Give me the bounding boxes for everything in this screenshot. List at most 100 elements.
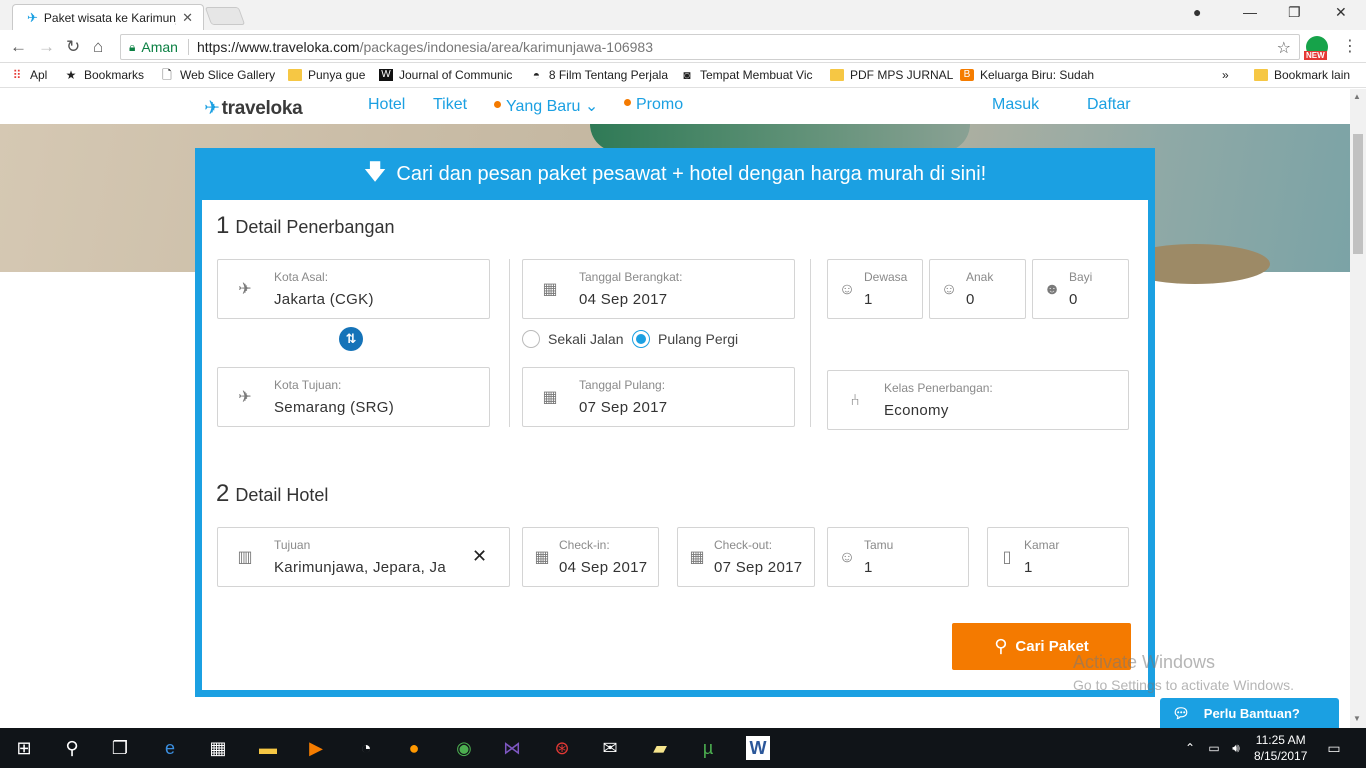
bookmark-bookmarks[interactable]: ★ Bookmarks bbox=[64, 68, 144, 82]
minimize-button[interactable]: — bbox=[1243, 4, 1257, 20]
bookmark-label: 8 Film Tentang Perjala bbox=[548, 68, 668, 82]
volume-icon[interactable]: 🔊︎ bbox=[1224, 736, 1248, 760]
bookmark-journal[interactable]: W Journal of Communic bbox=[379, 68, 519, 82]
room-count-field[interactable]: ▯ Kamar 1 bbox=[987, 527, 1129, 587]
calendar-icon: ▦ bbox=[534, 549, 550, 566]
checkin-date-field[interactable]: ▦ Check-in: 04 Sep 2017 bbox=[522, 527, 659, 587]
child-person-icon: ☺ bbox=[940, 281, 958, 298]
back-button[interactable]: ← bbox=[10, 37, 27, 57]
nav-promo[interactable]: Promo bbox=[624, 96, 683, 114]
door-icon: ▯ bbox=[1002, 549, 1012, 566]
nav-hotel[interactable]: Hotel bbox=[368, 96, 405, 114]
cabin-class-field[interactable]: ⑃ Kelas Penerbangan: Economy bbox=[827, 370, 1129, 430]
mail-icon[interactable]: ✉ bbox=[598, 736, 622, 760]
chrome-icon[interactable]: ◉ bbox=[452, 736, 476, 760]
taskbar-clock[interactable]: 11:25 AM 8/15/2017 bbox=[1254, 732, 1307, 764]
secure-label: Aman bbox=[141, 39, 178, 55]
profile-icon[interactable]: ● bbox=[1193, 4, 1201, 20]
folder-icon bbox=[830, 69, 844, 81]
word-icon[interactable]: W bbox=[746, 736, 770, 760]
plane-landing-icon: ✈ bbox=[238, 389, 252, 406]
utorrent-icon[interactable]: µ bbox=[696, 736, 720, 760]
bookmark-tempat[interactable]: ◙ Tempat Membuat Vic bbox=[680, 68, 818, 82]
omnibox[interactable]: 🔒︎ Aman https://www.traveloka.com/packag… bbox=[120, 34, 1300, 60]
guest-count-field[interactable]: ☺ Tamu 1 bbox=[827, 527, 969, 587]
star-icon: ★ bbox=[65, 68, 77, 82]
clear-destination-icon[interactable]: ✕ bbox=[472, 546, 487, 567]
nav-daftar[interactable]: Daftar bbox=[1087, 96, 1131, 114]
field-value: 07 Sep 2017 bbox=[579, 399, 668, 416]
store-icon[interactable]: ▦ bbox=[206, 736, 230, 760]
other-bookmarks[interactable]: Bookmark lain bbox=[1254, 68, 1350, 82]
nav-tiket[interactable]: Tiket bbox=[433, 96, 467, 114]
battery-icon[interactable]: ▭ bbox=[1202, 736, 1226, 760]
firefox-icon[interactable]: ● bbox=[402, 736, 426, 760]
bookmark-star-icon[interactable]: ☆ bbox=[1277, 38, 1291, 58]
page-scrollbar[interactable]: ▲ ▼ bbox=[1350, 89, 1366, 728]
bookmark-label: PDF MPS JURNAL bbox=[850, 68, 954, 82]
url-host: https://www.traveloka.com bbox=[196, 39, 360, 55]
close-window-button[interactable]: ✕ bbox=[1335, 4, 1347, 21]
task-view-icon[interactable]: ❐ bbox=[108, 736, 132, 760]
bookmark-film[interactable]: ◓ 8 Film Tentang Perjala bbox=[530, 68, 668, 82]
nav-label: Promo bbox=[636, 96, 684, 113]
destination-city-field[interactable]: ✈ Kota Tujuan: Semarang (SRG) bbox=[217, 367, 490, 427]
infant-count-field[interactable]: ☻ Bayi 0 bbox=[1032, 259, 1129, 319]
bookmark-pdf[interactable]: PDF MPS JURNAL bbox=[830, 68, 953, 82]
home-button[interactable]: ⌂ bbox=[93, 37, 103, 57]
windows-start-icon[interactable]: ⊞ bbox=[12, 736, 36, 760]
search-icon[interactable]: ⚲ bbox=[60, 736, 84, 760]
bookmarks-overflow-button[interactable]: » bbox=[1222, 68, 1229, 82]
radio-label: Pulang Pergi bbox=[658, 331, 739, 347]
app-icon[interactable]: ◔ bbox=[354, 736, 378, 760]
w-logo-icon: W bbox=[379, 69, 393, 81]
file-explorer-icon[interactable]: ▬ bbox=[256, 736, 280, 760]
hotel-destination-field[interactable]: ▥ Tujuan Karimunjawa, Jepara, Ja ✕ bbox=[217, 527, 510, 587]
scrollbar-thumb[interactable] bbox=[1353, 134, 1363, 254]
edge-browser-icon[interactable]: e bbox=[158, 736, 182, 760]
package-search-widget: 🡇 Cari dan pesan paket pesawat + hotel d… bbox=[195, 148, 1155, 697]
scroll-up-arrow-icon[interactable]: ▲ bbox=[1353, 92, 1361, 101]
column-divider bbox=[509, 259, 510, 427]
browser-tab[interactable]: ✈ Paket wisata ke Karimunjawa ✕ bbox=[12, 4, 204, 30]
swap-cities-button[interactable]: ⇅ bbox=[339, 327, 363, 351]
field-value: Jakarta (CGK) bbox=[274, 291, 374, 308]
seat-icon: ⑃ bbox=[850, 392, 860, 409]
field-label: Tanggal Berangkat: bbox=[579, 270, 683, 284]
traveloka-logo[interactable]: ✈ traveloka bbox=[204, 97, 303, 120]
departure-date-field[interactable]: ▦ Tanggal Berangkat: 04 Sep 2017 bbox=[522, 259, 795, 319]
forward-button[interactable]: → bbox=[38, 37, 55, 57]
child-count-field[interactable]: ☺ Anak 0 bbox=[929, 259, 1026, 319]
bookmark-label: Apl bbox=[30, 68, 48, 82]
bookmark-web-slice-gallery[interactable]: 🗋︎ Web Slice Gallery bbox=[160, 68, 275, 82]
show-hidden-icons-icon[interactable]: ⌃ bbox=[1178, 736, 1202, 760]
sticky-notes-icon[interactable]: ▰ bbox=[648, 736, 672, 760]
new-tab-button[interactable] bbox=[204, 7, 246, 25]
one-way-radio[interactable]: Sekali Jalan bbox=[522, 330, 624, 348]
bookmark-keluarga-biru[interactable]: B Keluarga Biru: Sudah bbox=[960, 68, 1096, 82]
help-chat-button[interactable]: 💬︎ Perlu Bantuan? bbox=[1160, 698, 1339, 728]
bookmark-apps[interactable]: ⠿ Apl bbox=[10, 68, 48, 82]
tab-close-icon[interactable]: ✕ bbox=[182, 10, 193, 26]
nav-yang-baru[interactable]: Yang Baru ⌄ bbox=[494, 96, 598, 116]
app-red-icon[interactable]: ⊛ bbox=[550, 736, 574, 760]
round-trip-radio[interactable]: Pulang Pergi bbox=[632, 330, 738, 348]
bookmark-punya-gue[interactable]: Punya gue bbox=[288, 68, 365, 82]
section-label: Detail Penerbangan bbox=[235, 217, 395, 237]
visual-studio-icon[interactable]: ⋈ bbox=[500, 736, 524, 760]
restore-button[interactable]: ❐ bbox=[1288, 4, 1301, 21]
nav-masuk[interactable]: Masuk bbox=[992, 96, 1039, 114]
return-date-field[interactable]: ▦ Tanggal Pulang: 07 Sep 2017 bbox=[522, 367, 795, 427]
section-label: Detail Hotel bbox=[235, 485, 329, 505]
scroll-down-arrow-icon[interactable]: ▼ bbox=[1353, 714, 1361, 723]
chrome-menu-icon[interactable]: ⋮ bbox=[1342, 36, 1358, 56]
origin-city-field[interactable]: ✈ Kota Asal: Jakarta (CGK) bbox=[217, 259, 490, 319]
media-player-icon[interactable]: ▶ bbox=[304, 736, 328, 760]
activate-windows-title: Activate Windows bbox=[1073, 652, 1216, 672]
notifications-icon[interactable]: ▭ bbox=[1322, 736, 1346, 760]
traveloka-favicon-icon: ✈ bbox=[27, 9, 38, 25]
reload-button[interactable]: ↻ bbox=[66, 37, 80, 57]
blogger-icon: B bbox=[960, 69, 974, 81]
adult-count-field[interactable]: ☺ Dewasa 1 bbox=[827, 259, 923, 319]
checkout-date-field[interactable]: ▦ Check-out: 07 Sep 2017 bbox=[677, 527, 815, 587]
